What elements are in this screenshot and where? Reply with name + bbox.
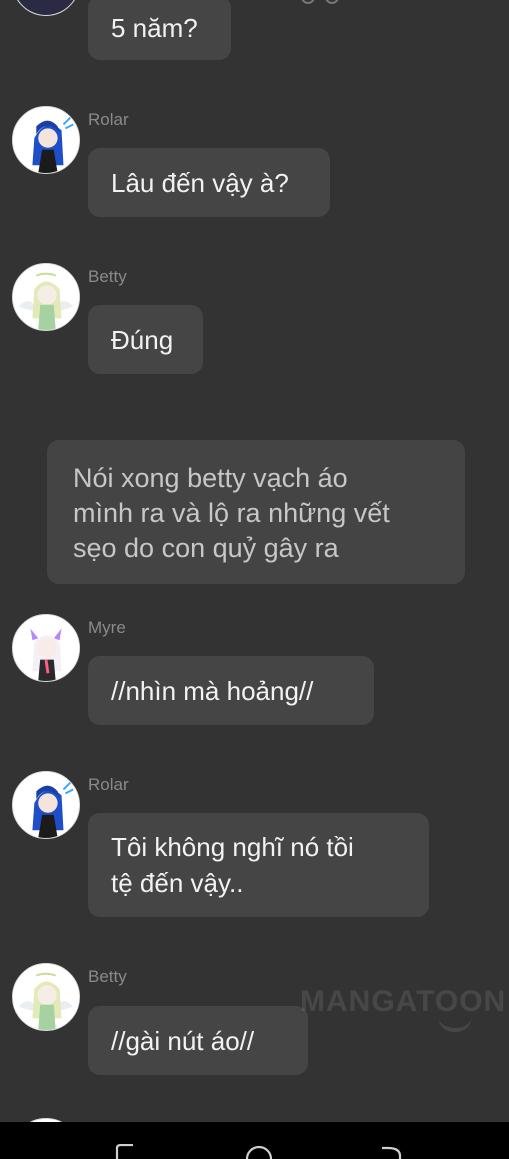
message-text: 5 năm? <box>111 13 198 43</box>
avatar-myre[interactable] <box>12 614 80 682</box>
narration-line: Nói xong betty vạch áo <box>73 463 348 493</box>
avatar-rolar[interactable] <box>12 106 80 174</box>
message-bubble[interactable]: 5 năm? <box>88 0 231 60</box>
back-icon[interactable] <box>380 1144 404 1159</box>
narration-box: Nói xong betty vạch áo mình ra và lộ ra … <box>47 440 465 584</box>
avatar-partial[interactable] <box>12 0 80 16</box>
recent-apps-icon[interactable] <box>113 1144 137 1159</box>
message-bubble[interactable]: Tôi không nghĩ nó tồi tệ đến vậy.. <box>88 813 429 917</box>
sender-name: Rolar <box>88 775 129 794</box>
sender-name: Myre <box>88 618 126 637</box>
narration-line: mình ra và lộ ra những vết <box>73 498 390 528</box>
message-text: //nhìn mà hoảng// <box>111 675 314 706</box>
watermark-logo: MANGATOON <box>300 985 507 1018</box>
message-text: Đúng <box>111 324 174 355</box>
avatar-betty[interactable] <box>12 263 80 331</box>
status-indicators <box>300 0 460 4</box>
message-text-line: Tôi không nghĩ nó tồi <box>111 832 354 862</box>
avatar-betty[interactable] <box>12 963 80 1031</box>
watermark-smile-icon <box>438 1016 472 1032</box>
message-bubble[interactable]: //gài nút áo// <box>88 1006 308 1075</box>
chat-screen: 5 năm? Rolar Lâu đến vậy à? Betty Đúng N… <box>0 0 509 1159</box>
message-bubble[interactable]: Đúng <box>88 305 203 374</box>
sender-name: Betty <box>88 967 127 986</box>
system-navbar <box>0 1122 509 1159</box>
sender-name: Rolar <box>88 110 129 129</box>
narration-line: sẹo do con quỷ gây ra <box>73 533 339 563</box>
avatar-rolar[interactable] <box>12 771 80 839</box>
message-bubble[interactable]: Lâu đến vậy à? <box>88 148 330 217</box>
message-text: //gài nút áo// <box>111 1025 255 1056</box>
message-bubble[interactable]: //nhìn mà hoảng// <box>88 656 374 725</box>
message-text: Lâu đến vậy à? <box>111 167 289 198</box>
home-icon[interactable] <box>244 1144 274 1159</box>
message-text-line: tệ đến vậy.. <box>111 868 244 898</box>
sender-name: Betty <box>88 267 127 286</box>
